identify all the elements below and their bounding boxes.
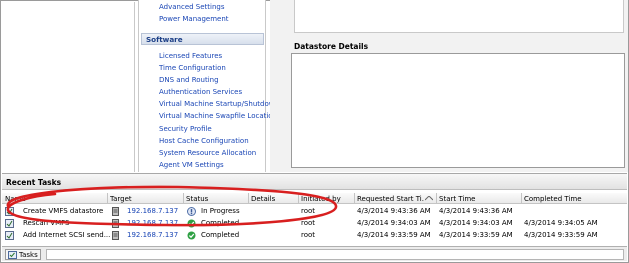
task-status: In Progress	[201, 207, 240, 215]
task-requested-start: 4/3/2014 9:33:59 AM	[357, 231, 431, 239]
link-power-management[interactable]: Power Management	[159, 15, 229, 23]
tasks-table-header: Name Target Status Details Initiated by …	[2, 193, 627, 204]
check-icon	[187, 231, 196, 240]
task-initiated-by: root	[301, 231, 316, 239]
column-name[interactable]: Name	[5, 195, 105, 203]
status-bar: Tasks	[2, 246, 627, 261]
task-row[interactable]: Rescan VMFS 192.168.7.137 Completed root…	[2, 218, 627, 229]
check-icon	[187, 219, 196, 228]
link-licensed-features[interactable]: Licensed Features	[159, 52, 222, 60]
link-host-cache-configuration[interactable]: Host Cache Configuration	[159, 137, 249, 145]
task-requested-start: 4/3/2014 9:34:03 AM	[357, 219, 431, 227]
link-time-configuration[interactable]: Time Configuration	[159, 64, 226, 72]
task-target[interactable]: 192.168.7.137	[127, 231, 178, 239]
host-icon	[112, 231, 119, 240]
link-system-resource-allocation[interactable]: System Resource Allocation	[159, 149, 256, 157]
column-divider[interactable]	[248, 193, 249, 204]
task-start-time: 4/3/2014 9:34:03 AM	[439, 219, 513, 227]
task-requested-start: 4/3/2014 9:43:36 AM	[357, 207, 431, 215]
task-status: Completed	[201, 219, 240, 227]
column-requested-start[interactable]: Requested Start Ti...	[357, 195, 424, 203]
datastore-details-panel	[291, 53, 625, 168]
column-initiated-by[interactable]: Initiated by	[301, 195, 353, 203]
sort-arrow-icon	[425, 196, 433, 201]
task-completed-time: 4/3/2014 9:33:59 AM	[524, 231, 598, 239]
column-completed-time[interactable]: Completed Time	[524, 195, 624, 203]
recent-tasks-bar: Recent Tasks	[2, 173, 627, 190]
software-section-header: Software	[141, 33, 264, 45]
datastore-details-title: Datastore Details	[294, 42, 369, 51]
recent-tasks-title: Recent Tasks	[6, 178, 62, 187]
column-status[interactable]: Status	[186, 195, 246, 203]
task-icon	[5, 207, 14, 216]
task-name: Create VMFS datastore	[23, 207, 104, 215]
link-vm-startup-shutdown[interactable]: Virtual Machine Startup/Shutdown	[159, 100, 279, 108]
column-divider[interactable]	[183, 193, 184, 204]
column-divider[interactable]	[436, 193, 437, 204]
inventory-pane	[3, 2, 135, 172]
task-row[interactable]: Create VMFS datastore 192.168.7.137 In P…	[2, 206, 627, 217]
task-initiated-by: root	[301, 219, 316, 227]
task-completed-time: 4/3/2014 9:34:05 AM	[524, 219, 598, 227]
task-start-time: 4/3/2014 9:33:59 AM	[439, 231, 513, 239]
tasks-tab-label: Tasks	[19, 251, 38, 259]
tasks-icon	[8, 251, 17, 259]
column-divider[interactable]	[521, 193, 522, 204]
column-divider[interactable]	[354, 193, 355, 204]
settings-column: Advanced Settings Power Management Softw…	[138, 0, 279, 172]
host-icon	[112, 207, 119, 216]
task-icon	[5, 219, 14, 228]
task-name: Rescan VMFS	[23, 219, 70, 227]
task-status: Completed	[201, 231, 240, 239]
column-divider[interactable]	[107, 193, 108, 204]
status-message-field	[46, 249, 624, 260]
host-icon	[112, 219, 119, 228]
link-authentication-services[interactable]: Authentication Services	[159, 88, 242, 96]
datastores-list-panel	[294, 0, 624, 33]
link-agent-vm-settings[interactable]: Agent VM Settings	[159, 161, 224, 169]
column-start-time[interactable]: Start Time	[439, 195, 519, 203]
task-start-time: 4/3/2014 9:43:36 AM	[439, 207, 513, 215]
in-progress-icon	[187, 207, 196, 216]
link-security-profile[interactable]: Security Profile	[159, 125, 212, 133]
link-vm-swapfile-location[interactable]: Virtual Machine Swapfile Location	[159, 112, 277, 120]
task-target[interactable]: 192.168.7.137	[127, 207, 178, 215]
column-divider[interactable]	[298, 193, 299, 204]
tasks-tab[interactable]: Tasks	[5, 249, 41, 260]
task-initiated-by: root	[301, 207, 316, 215]
task-icon	[5, 231, 14, 240]
link-advanced-settings[interactable]: Advanced Settings	[159, 3, 225, 11]
task-row[interactable]: Add Internet SCSI send... 192.168.7.137 …	[2, 230, 627, 241]
column-details[interactable]: Details	[251, 195, 296, 203]
column-target[interactable]: Target	[110, 195, 180, 203]
link-dns-routing[interactable]: DNS and Routing	[159, 76, 219, 84]
task-name: Add Internet SCSI send...	[23, 231, 111, 239]
task-target[interactable]: 192.168.7.137	[127, 219, 178, 227]
